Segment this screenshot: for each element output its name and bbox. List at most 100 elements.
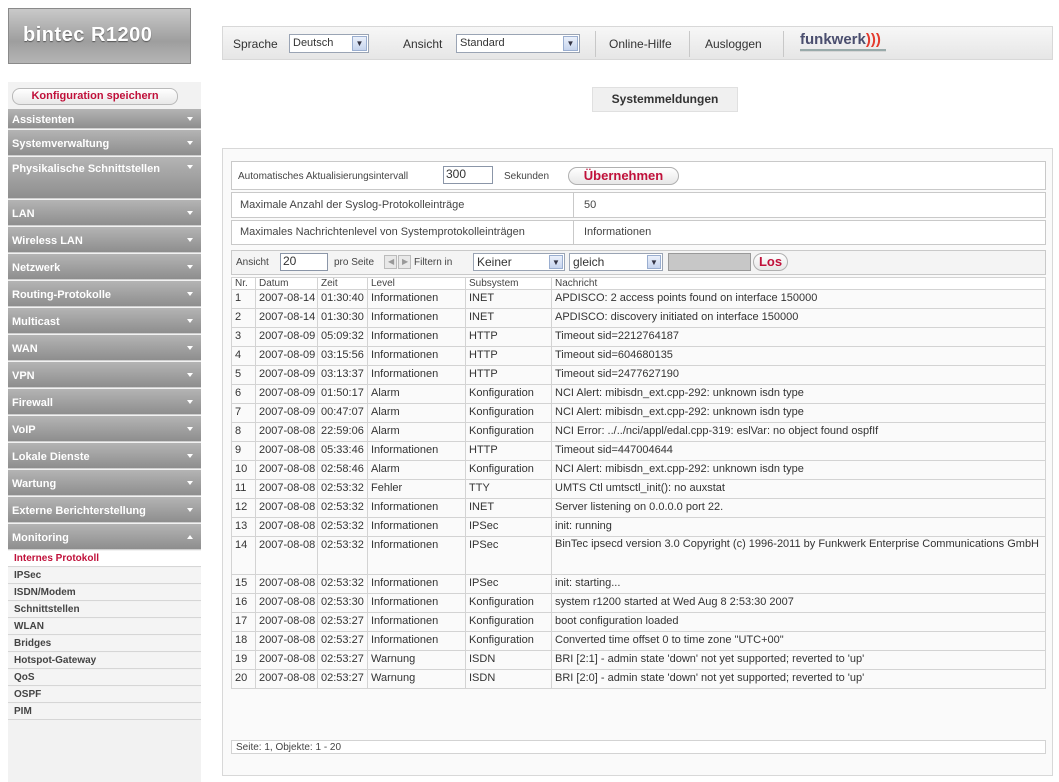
sidebar-subitem-hotspot[interactable]: Hotspot-Gateway: [8, 653, 201, 669]
cell-time: 02:58:46: [317, 460, 368, 480]
cell-date: 2007-08-08: [255, 650, 318, 670]
sidebar-item-monitoring[interactable]: Monitoring: [8, 524, 201, 550]
cell-time: 02:53:32: [317, 574, 368, 594]
cell-time: 02:53:27: [317, 612, 368, 632]
max-level-row: Maximales Nachrichtenlevel von Systempro…: [231, 220, 1046, 245]
next-page-button[interactable]: ▶: [398, 255, 411, 269]
view-label: Ansicht: [403, 37, 443, 51]
cell-subsystem: INET: [465, 289, 552, 309]
prev-page-button[interactable]: ◀: [384, 255, 397, 269]
filter-value-input[interactable]: [668, 253, 751, 271]
cell-message: NCI Alert: mibisdn_ext.cpp-292: unknown …: [551, 403, 1046, 423]
page-size-input[interactable]: 20: [280, 253, 328, 271]
help-link[interactable]: Online-Hilfe: [609, 37, 672, 51]
table-header-row: Nr. Datum Zeit Level Subsystem Nachricht: [231, 277, 1046, 290]
sidebar-subitem-internal-log[interactable]: Internes Protokoll: [8, 551, 201, 567]
language-select[interactable]: Deutsch ▼: [289, 34, 369, 53]
sidebar-item-wan[interactable]: WAN: [8, 335, 201, 361]
cell-date: 2007-08-08: [255, 498, 318, 518]
cell-date: 2007-08-08: [255, 422, 318, 442]
view-select[interactable]: Standard ▼: [456, 34, 580, 53]
filter-operator-select[interactable]: gleich ▼: [569, 253, 663, 271]
max-syslog-value: 50: [584, 199, 597, 211]
cell-level: Informationen: [367, 289, 466, 309]
max-level-value: Informationen: [584, 226, 652, 238]
cell-nr: 16: [231, 593, 256, 613]
logout-link[interactable]: Ausloggen: [705, 37, 762, 51]
sidebar-item-label: VoIP: [12, 424, 36, 436]
logo-text: funkwerk: [800, 31, 866, 48]
table-row: 16 2007-08-08 02:53:30 Informationen Konfigu…: [231, 593, 1046, 613]
table-footer: Seite: 1, Objekte: 1 - 20: [231, 740, 1046, 754]
sidebar-item-routing[interactable]: Routing-Protokolle: [8, 281, 201, 307]
max-syslog-label: Maximale Anzahl der Syslog-Protokolleint…: [240, 199, 465, 211]
sidebar-subitem-qos[interactable]: QoS: [8, 670, 201, 686]
cell-message: Timeout sid=447004644: [551, 441, 1046, 461]
sidebar-item-physical-interfaces[interactable]: Physikalische Schnittstellen: [8, 157, 201, 199]
sidebar-item-firewall[interactable]: Firewall: [8, 389, 201, 415]
max-level-label: Maximales Nachrichtenlevel von Systempro…: [240, 226, 525, 238]
filter-field-value: Keiner: [477, 255, 512, 269]
table-row: 12 2007-08-08 02:53:32 Informationen INET Ser…: [231, 498, 1046, 518]
sidebar-item-label: Netzwerk: [12, 262, 61, 274]
apply-button[interactable]: Übernehmen: [568, 167, 679, 185]
sidebar-item-lan[interactable]: LAN: [8, 200, 201, 226]
column-header-time[interactable]: Zeit: [317, 277, 368, 290]
cell-date: 2007-08-08: [255, 612, 318, 632]
chevron-down-icon: [187, 165, 193, 169]
refresh-interval-input[interactable]: 300: [443, 166, 493, 184]
cell-message: Timeout sid=2212764187: [551, 327, 1046, 347]
sidebar-item-multicast[interactable]: Multicast: [8, 308, 201, 334]
divider: [573, 221, 574, 244]
sidebar-subitem-ipsec[interactable]: IPSec: [8, 568, 201, 584]
cell-level: Alarm: [367, 384, 466, 404]
column-header-nr[interactable]: Nr.: [231, 277, 256, 290]
cell-nr: 19: [231, 650, 256, 670]
sidebar-item-system[interactable]: Systemverwaltung: [8, 130, 201, 156]
filter-field-select[interactable]: Keiner ▼: [473, 253, 565, 271]
sidebar-item-local-services[interactable]: Lokale Dienste: [8, 443, 201, 469]
sidebar-item-label: VPN: [12, 370, 35, 382]
sidebar-subitem-ospf[interactable]: OSPF: [8, 687, 201, 703]
save-config-button[interactable]: Konfiguration speichern: [12, 88, 178, 105]
sidebar-subitem-wlan[interactable]: WLAN: [8, 619, 201, 635]
sidebar-item-maintenance[interactable]: Wartung: [8, 470, 201, 496]
cell-subsystem: INET: [465, 308, 552, 328]
column-header-subsystem[interactable]: Subsystem: [465, 277, 552, 290]
cell-subsystem: IPSec: [465, 536, 552, 575]
sidebar-subitem-bridges[interactable]: Bridges: [8, 636, 201, 652]
brand-logo: bintec R1200: [8, 8, 191, 64]
sidebar-item-network[interactable]: Netzwerk: [8, 254, 201, 280]
sidebar-item-vpn[interactable]: VPN: [8, 362, 201, 388]
go-button[interactable]: Los: [753, 253, 788, 271]
sidebar-item-assistants[interactable]: Assistenten: [8, 109, 201, 129]
cell-subsystem: HTTP: [465, 441, 552, 461]
sidebar-subitem-pim[interactable]: PIM: [8, 704, 201, 720]
sidebar-item-wireless-lan[interactable]: Wireless LAN: [8, 227, 201, 253]
column-header-date[interactable]: Datum: [255, 277, 318, 290]
sidebar-subitem-interfaces[interactable]: Schnittstellen: [8, 602, 201, 618]
cell-message: BRI [2:1] - admin state 'down' not yet s…: [551, 650, 1046, 670]
cell-time: 02:53:32: [317, 479, 368, 499]
table-row: 8 2007-08-08 22:59:06 Alarm Konfiguration NCI…: [231, 422, 1046, 442]
top-toolbar: Sprache Deutsch ▼ Ansicht Standard ▼ Onl…: [222, 26, 1053, 60]
chevron-down-icon: ▼: [647, 255, 661, 269]
cell-nr: 14: [231, 536, 256, 575]
cell-subsystem: IPSec: [465, 574, 552, 594]
column-header-message[interactable]: Nachricht: [551, 277, 1046, 290]
app-window: bintec R1200 Sprache Deutsch ▼ Ansicht S…: [0, 0, 1059, 782]
sidebar-item-external-reporting[interactable]: Externe Berichterstellung: [8, 497, 201, 523]
table-row: 5 2007-08-09 03:13:37 Informationen HTTP Time…: [231, 365, 1046, 385]
cell-message: boot configuration loaded: [551, 612, 1046, 632]
language-label: Sprache: [233, 37, 278, 51]
arrow-right-icon: ▶: [402, 257, 409, 266]
sidebar-subitem-isdn-modem[interactable]: ISDN/Modem: [8, 585, 201, 601]
per-page-label: pro Seite: [334, 257, 375, 268]
page-title: Systemmeldungen: [592, 87, 738, 112]
sidebar-item-voip[interactable]: VoIP: [8, 416, 201, 442]
cell-subsystem: Konfiguration: [465, 631, 552, 651]
cell-date: 2007-08-14: [255, 308, 318, 328]
cell-time: 02:53:30: [317, 593, 368, 613]
page-size-value: 20: [283, 254, 297, 268]
column-header-level[interactable]: Level: [367, 277, 466, 290]
